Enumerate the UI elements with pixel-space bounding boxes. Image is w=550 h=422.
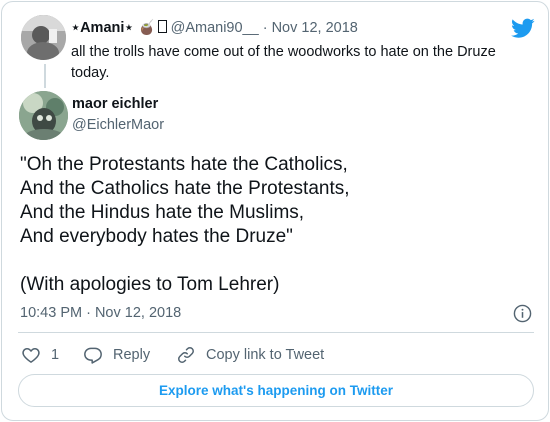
thread-connector-line	[44, 64, 46, 88]
parent-author-name[interactable]: ⋆Amani⋆	[71, 20, 133, 36]
like-count: 1	[51, 347, 60, 363]
tweet-line: And the Catholics hate the Protestants,	[20, 178, 350, 199]
parent-separator: ·	[262, 20, 268, 36]
info-icon[interactable]	[513, 304, 532, 323]
parent-date[interactable]: Nov 12, 2018	[272, 20, 358, 36]
twitter-bird-icon[interactable]	[511, 16, 535, 40]
main-author-name[interactable]: maor eichler	[72, 96, 158, 112]
tweet-line: (With apologies to Tom Lehrer)	[20, 274, 280, 295]
missing-glyph-icon	[157, 20, 167, 33]
like-button[interactable]: 1	[21, 344, 59, 366]
main-tweet-text: "Oh the Protestants hate the Catholics, …	[20, 153, 350, 297]
parent-author-handle[interactable]: @Amani90__	[171, 20, 259, 36]
parent-author-emoji: 🧉	[137, 20, 156, 36]
explore-twitter-button[interactable]: Explore what's happening on Twitter	[18, 374, 534, 407]
tweet-embed-card: ⋆Amani⋆ 🧉 @Amani90__ · Nov 12, 2018 all …	[1, 1, 549, 421]
parent-avatar-photo	[21, 15, 66, 60]
reply-label: Reply	[113, 347, 151, 363]
action-divider	[18, 332, 534, 333]
tweet-line: And everybody hates the Druze"	[20, 226, 293, 247]
main-avatar[interactable]	[19, 91, 68, 140]
reply-button[interactable]: Reply	[83, 344, 150, 366]
copy-link-button[interactable]: Copy link to Tweet	[176, 344, 324, 366]
parent-tweet-header: ⋆Amani⋆ 🧉 @Amani90__ · Nov 12, 2018	[71, 19, 358, 36]
link-icon	[178, 347, 194, 363]
main-avatar-photo	[19, 91, 68, 140]
tweet-timestamp[interactable]: 10:43 PM · Nov 12, 2018	[20, 305, 181, 321]
parent-avatar[interactable]	[21, 15, 66, 60]
heart-icon	[22, 347, 40, 363]
copy-link-label: Copy link to Tweet	[206, 347, 325, 363]
reply-icon	[84, 347, 102, 364]
parent-tweet-text: all the trolls have come out of the wood…	[71, 44, 496, 81]
main-author-handle[interactable]: @EichlerMaor	[72, 117, 164, 133]
tweet-line: "Oh the Protestants hate the Catholics,	[20, 154, 348, 175]
tweet-line: And the Hindus hate the Muslims,	[20, 202, 305, 223]
